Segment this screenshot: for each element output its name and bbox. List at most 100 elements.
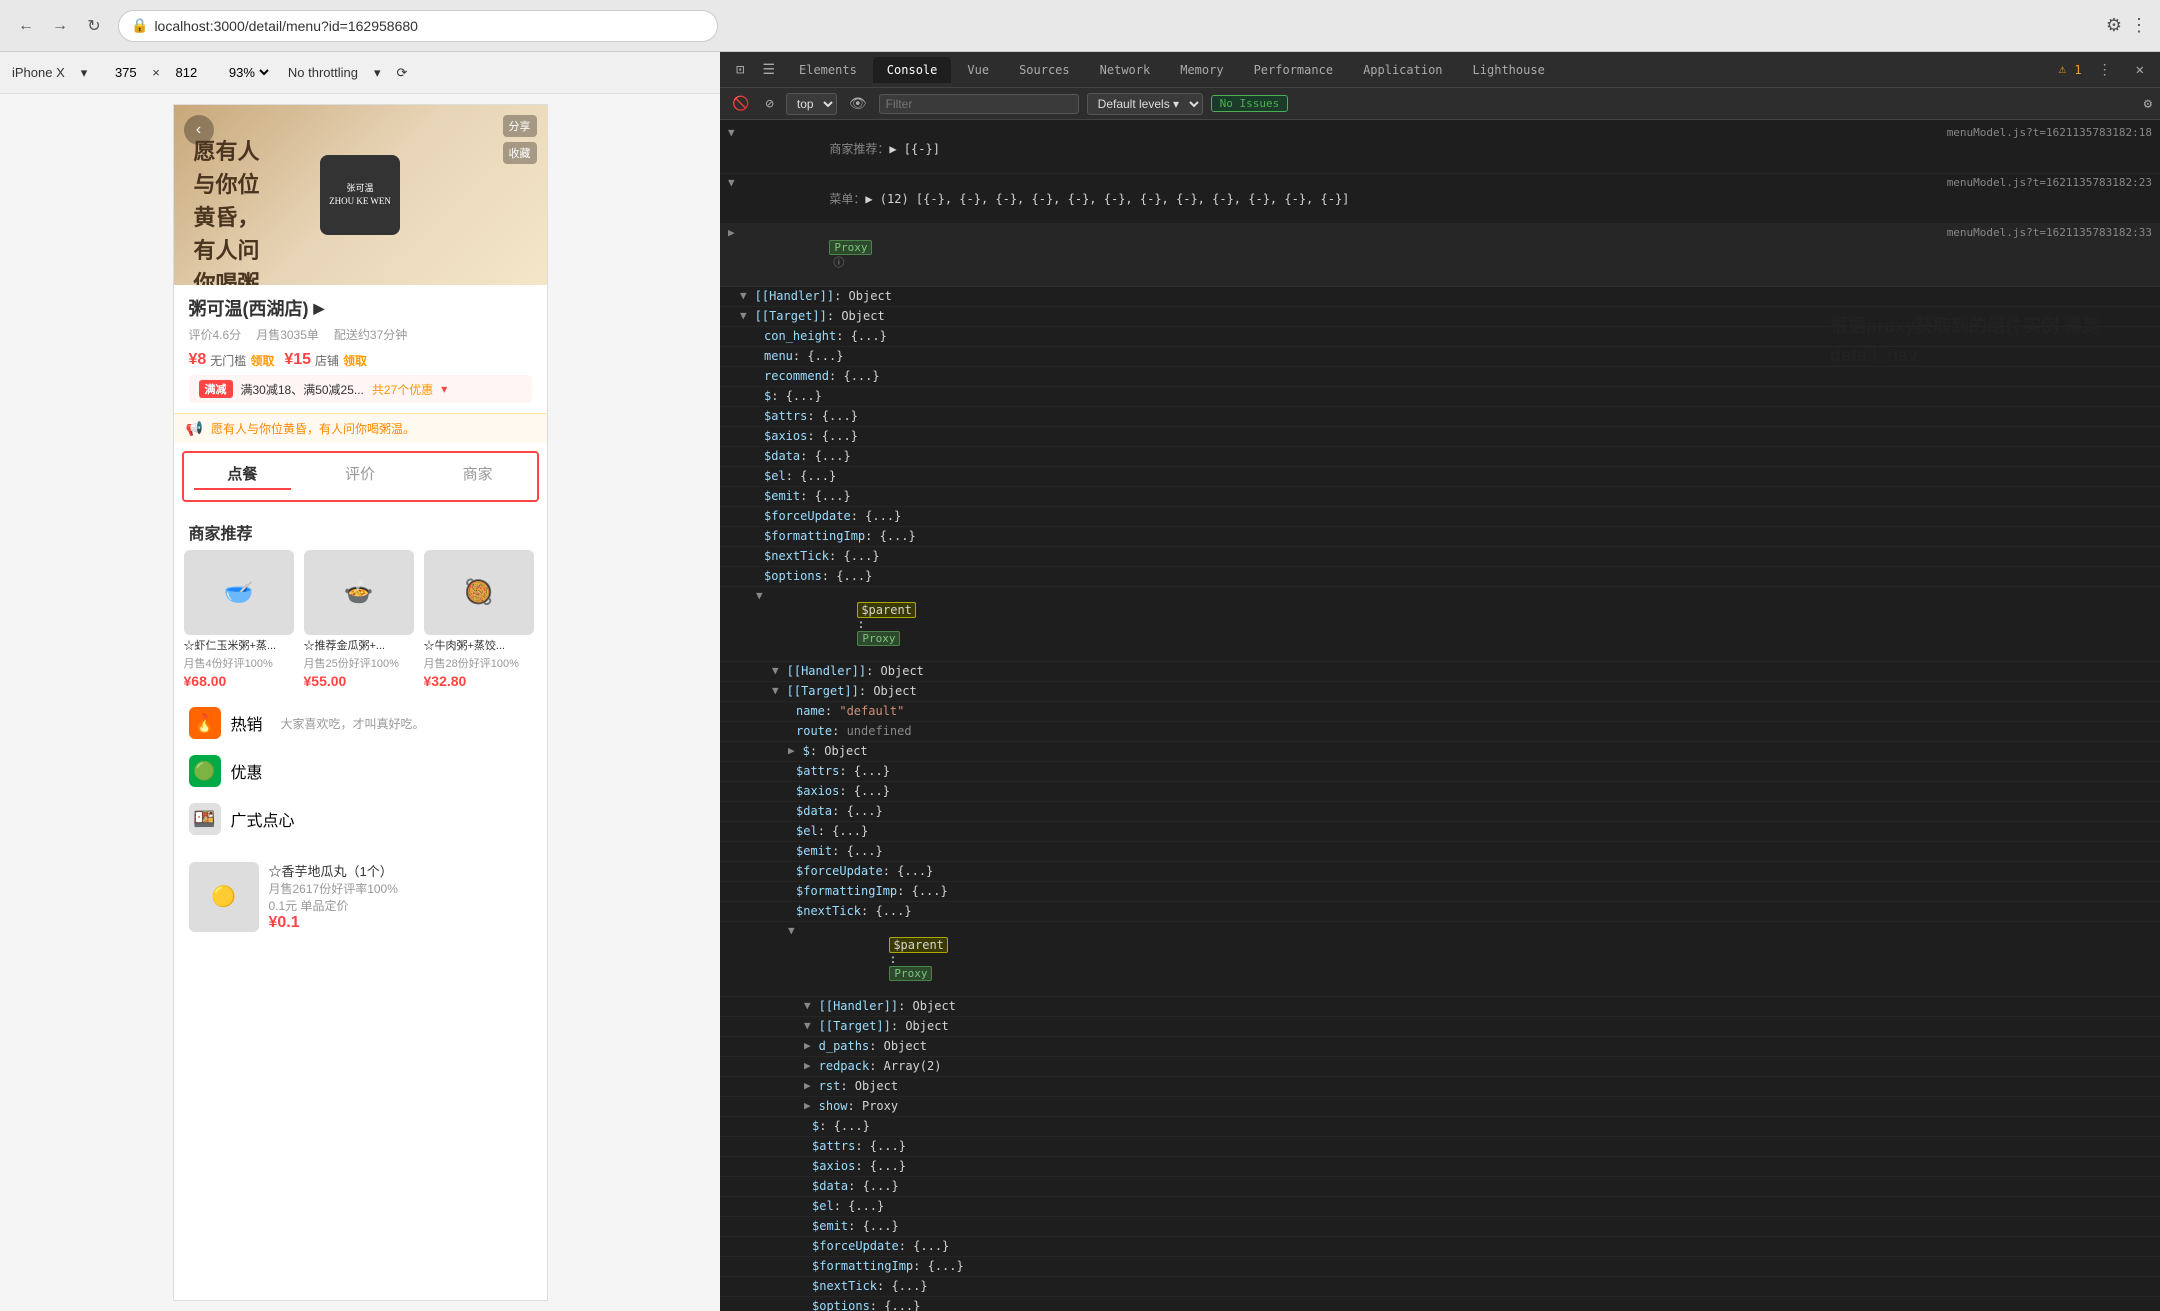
monthly-sales: 月售3035单 — [256, 326, 319, 343]
app-banner: ‹ 愿有人与你位黄昏，有人问你喝粥可温 张可温ZHOU KE WEN 分享 收藏 — [174, 105, 547, 285]
restaurant-meta: 评价4.6分 月售3035单 配送约37分钟 — [189, 326, 532, 343]
product-card-3[interactable]: 🥘 ☆牛肉粥+蒸饺... 月售28份好评100% ¥32.80 — [424, 550, 534, 689]
proxy-badge-parent2[interactable]: Proxy — [889, 966, 932, 981]
devtools-close-icon[interactable]: ✕ — [2128, 58, 2152, 82]
expand-proxy[interactable]: ▶ — [728, 226, 735, 239]
discount-text: 满30减18、满50减25... — [241, 381, 364, 398]
discount-more[interactable]: 共27个优惠 — [372, 381, 433, 398]
product-name-2: ☆推荐金瓜粥+... — [304, 639, 414, 653]
promo1-action[interactable]: 领取 — [250, 352, 274, 369]
tab-application[interactable]: Application — [1349, 57, 1456, 83]
console-settings-icon[interactable]: ⚙ — [2144, 96, 2152, 112]
cl-p2-emit: $emit: {...} — [720, 1217, 2160, 1237]
cl-forceupdate: $forceUpdate: {...} — [720, 507, 2160, 527]
context-select[interactable]: top — [786, 93, 837, 115]
restaurant-logo: 张可温ZHOU KE WEN — [320, 155, 400, 235]
console-text-proxy: Proxy ⓘ — [743, 226, 1939, 284]
cl-menu: menu: {...} — [720, 347, 2160, 367]
cl-data: $data: {...} — [720, 447, 2160, 467]
console-link-3[interactable]: menuModel.js?t=1621135783182:33 — [1947, 226, 2152, 239]
proxy-badge-parent1[interactable]: Proxy — [857, 631, 900, 646]
console-line-target: ▼ [[Target]]: Object — [720, 307, 2160, 327]
category-hot[interactable]: 🔥 热销 大家喜欢吃，才叫真好吃。 — [189, 699, 532, 747]
restaurant-info: 粥可温(西湖店) ▶ 评价4.6分 月售3035单 配送约37分钟 ¥8 无门槛… — [174, 285, 547, 413]
cl-p2-rst: ▶ rst: Object — [720, 1077, 2160, 1097]
device-dropdown-icon[interactable]: ▾ — [81, 65, 88, 81]
warning-count: 1 — [2074, 63, 2081, 77]
tab-order[interactable]: 点餐 — [184, 453, 302, 500]
list-product[interactable]: 🟡 ☆香芋地瓜丸（1个） 月售2617份好评率100% 0.1元 单品定价 ¥0… — [174, 853, 547, 940]
tab-merchant[interactable]: 商家 — [419, 453, 537, 500]
share-button[interactable]: 分享 — [503, 115, 537, 137]
category-section: 🔥 热销 大家喜欢吃，才叫真好吃。 🟢 优惠 🍱 广式点心 — [174, 689, 547, 853]
cat-promo-name: 优惠 — [231, 759, 263, 783]
url-text: localhost:3000/detail/menu?id=162958680 — [154, 18, 418, 34]
console-link-1[interactable]: menuModel.js?t=1621135783182:18 — [1947, 126, 2152, 139]
cantonese-icon: 🍱 — [189, 803, 221, 835]
address-bar[interactable]: 🔒 localhost:3000/detail/menu?id=16295868… — [118, 10, 718, 42]
devtools-panel: ⊡ ☰ Elements Console Vue Sources Network… — [720, 52, 2160, 1311]
refresh-button[interactable]: ↻ — [80, 12, 108, 40]
list-product-price: 0.1元 单品定价 ¥0.1 — [269, 897, 532, 932]
tab-lighthouse[interactable]: Lighthouse — [1459, 57, 1559, 83]
product-price-1: ¥68.00 — [184, 673, 294, 689]
cross-symbol: × — [152, 65, 160, 80]
extensions-icon[interactable]: ⚙ — [2106, 15, 2122, 36]
devtools-tabs: ⊡ ☰ Elements Console Vue Sources Network… — [720, 52, 2160, 88]
tab-review[interactable]: 评价 — [301, 453, 419, 500]
discount-banner: 满减 满30减18、满50减25... 共27个优惠 ▾ — [189, 375, 532, 403]
width-input[interactable] — [103, 65, 148, 80]
forward-button[interactable]: → — [46, 12, 74, 40]
tab-network[interactable]: Network — [1086, 57, 1165, 83]
category-promo[interactable]: 🟢 优惠 — [189, 747, 532, 795]
promo2: ¥15 店铺 领取 — [284, 351, 367, 369]
cl-p2-s: $: {...} — [720, 1117, 2160, 1137]
expand-menu[interactable]: ▼ — [728, 176, 735, 189]
list-product-info: ☆香芋地瓜丸（1个） 月售2617份好评率100% 0.1元 单品定价 ¥0.1 — [269, 861, 532, 932]
throttle-dropdown[interactable]: ▾ — [374, 65, 381, 81]
tab-vue[interactable]: Vue — [953, 57, 1003, 83]
filter-input[interactable] — [879, 94, 1079, 114]
rotate-icon[interactable]: ⟳ — [397, 65, 408, 81]
console-link-2[interactable]: menuModel.js?t=1621135783182:23 — [1947, 176, 2152, 189]
back-button[interactable]: ← — [12, 12, 40, 40]
console-line-proxy: ▶ Proxy ⓘ menuModel.js?t=1621135783182:3… — [720, 224, 2160, 287]
promo-icon: 🟢 — [189, 755, 221, 787]
tab-sources[interactable]: Sources — [1005, 57, 1084, 83]
expand-recommend[interactable]: ▼ — [728, 126, 735, 139]
tab-bar: 点餐 评价 商家 — [182, 451, 539, 502]
restaurant-name: 粥可温(西湖店) ▶ — [189, 295, 532, 321]
cl-p1-forceupdate: $forceUpdate: {...} — [720, 862, 2160, 882]
eye-icon[interactable]: 👁 — [845, 94, 871, 114]
product-card-2[interactable]: 🍲 ☆推荐金瓜粥+... 月售25份好评100% ¥55.00 — [304, 550, 414, 689]
cl-p2-options: $options: {...} — [720, 1297, 2160, 1311]
devtools-dock-icon[interactable]: ⊡ — [728, 58, 752, 82]
levels-select[interactable]: Default levels ▾ — [1087, 93, 1203, 115]
cl-emit: $emit: {...} — [720, 487, 2160, 507]
height-input[interactable] — [164, 65, 209, 80]
cl-nexttick: $nextTick: {...} — [720, 547, 2160, 567]
zoom-select[interactable]: 93% — [225, 64, 272, 81]
tab-performance[interactable]: Performance — [1240, 57, 1347, 83]
product-card-1[interactable]: 🥣 ☆虾仁玉米粥+蒸... 月售4份好评100% ¥68.00 — [184, 550, 294, 689]
cl-p2-formatting: $formattingImp: {...} — [720, 1257, 2160, 1277]
cl-p2-show: ▶ show: Proxy — [720, 1097, 2160, 1117]
cl-dollar: $: {...} — [720, 387, 2160, 407]
cat-hot-desc: 大家喜欢吃，才叫真好吃。 — [281, 715, 425, 732]
product-name-1: ☆虾仁玉米粥+蒸... — [184, 639, 294, 653]
menu-icon[interactable]: ⋮ — [2130, 15, 2148, 36]
devtools-settings-icon[interactable]: ☰ — [754, 58, 783, 82]
tab-console[interactable]: Console — [873, 57, 952, 83]
filter-toggle-button[interactable]: ⊘ — [761, 94, 777, 114]
devtools-more-icon[interactable]: ⋮ — [2090, 58, 2120, 82]
category-cantonese[interactable]: 🍱 广式点心 — [189, 795, 532, 843]
cl-parent2: ▼ $parent : Proxy → — [720, 922, 2160, 997]
proxy-badge-main[interactable]: Proxy — [829, 240, 872, 255]
tab-memory[interactable]: Memory — [1166, 57, 1237, 83]
promo2-action[interactable]: 领取 — [343, 352, 367, 369]
collect-button[interactable]: 收藏 — [503, 142, 537, 164]
list-product-name: ☆香芋地瓜丸（1个） — [269, 861, 532, 880]
clear-console-button[interactable]: 🚫 — [728, 94, 753, 114]
promo2-label: 店铺 — [315, 352, 339, 369]
tab-elements[interactable]: Elements — [785, 57, 871, 83]
